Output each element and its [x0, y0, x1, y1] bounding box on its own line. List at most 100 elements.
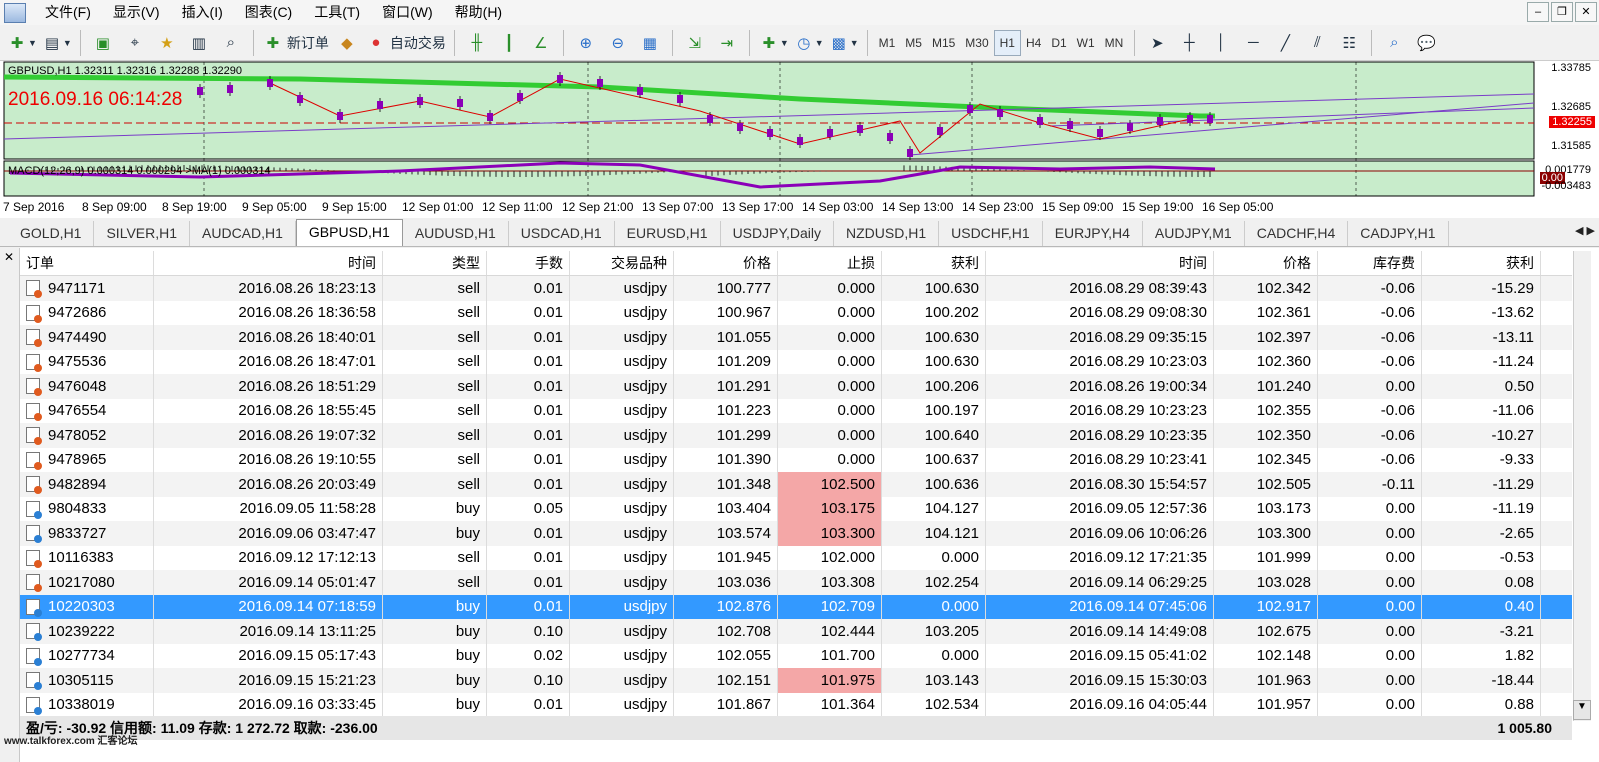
chart-tab[interactable]: AUDUSD,H1 [403, 221, 509, 246]
table-row[interactable]: 9833727 2016.09.06 03:47:47 buy 0.01 usdjpy 1… [20, 521, 1572, 546]
table-row[interactable]: 9471171 2016.08.26 18:23:13 sell 0.01 usdjpy… [20, 276, 1572, 301]
table-row[interactable]: 9476048 2016.08.26 18:51:29 sell 0.01 usdjpy… [20, 374, 1572, 399]
column-header[interactable]: 时间 [154, 251, 383, 275]
timeframe-d1[interactable]: D1 [1046, 30, 1071, 56]
vertical-line-button[interactable]: │ [1207, 29, 1235, 57]
table-row[interactable]: 9476554 2016.08.26 18:55:45 sell 0.01 usdjpy… [20, 398, 1572, 423]
table-row[interactable]: 9478965 2016.08.26 19:10:55 sell 0.01 usdjpy… [20, 447, 1572, 472]
menu-insert[interactable]: 插入(I) [171, 0, 234, 25]
menu-view[interactable]: 显示(V) [102, 0, 171, 25]
indicators-button[interactable]: ✚ ▼ [758, 29, 789, 57]
search-button[interactable]: ⌕ [1380, 29, 1408, 57]
table-row[interactable]: 9475536 2016.08.26 18:47:01 sell 0.01 usdjpy… [20, 349, 1572, 374]
table-row[interactable]: 9478052 2016.08.26 19:07:32 sell 0.01 usdjpy… [20, 423, 1572, 448]
table-cell: 100.640 [882, 423, 986, 448]
timeframe-m30[interactable]: M30 [960, 30, 993, 56]
horizontal-line-button[interactable]: ─ [1239, 29, 1267, 57]
table-row[interactable]: 10305115 2016.09.15 15:21:23 buy 0.10 usdjpy… [20, 668, 1572, 693]
timeframe-mn[interactable]: MN [1100, 30, 1129, 56]
chart-tab[interactable]: GOLD,H1 [8, 221, 95, 246]
chart-tab[interactable]: NZDUSD,H1 [834, 221, 940, 246]
chart-tab[interactable]: USDJPY,Daily [721, 221, 834, 246]
navigator-button[interactable]: ★ [153, 29, 181, 57]
tile-windows-button[interactable]: ▦ [636, 29, 664, 57]
new-chart-button[interactable]: ✚ ▼ [6, 29, 37, 57]
table-row[interactable]: 10338019 2016.09.16 03:33:45 buy 0.01 usdjpy… [20, 692, 1572, 717]
table-row[interactable]: 10220303 2016.09.14 07:18:59 buy 0.01 usdjpy… [20, 594, 1572, 619]
timeframe-h1[interactable]: H1 [993, 29, 1021, 56]
chart-tab[interactable]: EURUSD,H1 [615, 221, 721, 246]
table-row[interactable]: 9482894 2016.08.26 20:03:49 sell 0.01 usdjpy… [20, 472, 1572, 497]
timeframe-m1[interactable]: M1 [874, 30, 901, 56]
zoom-in-button[interactable]: ⊕ [572, 29, 600, 57]
timeframe-h4[interactable]: H4 [1021, 30, 1046, 56]
timeframe-w1[interactable]: W1 [1072, 30, 1100, 56]
chat-button[interactable]: 💬 [1412, 29, 1440, 57]
column-header[interactable]: 价格 [674, 251, 778, 275]
table-row[interactable]: 9474490 2016.08.26 18:40:01 sell 0.01 usdjpy… [20, 325, 1572, 350]
chart-tab[interactable]: AUDJPY,M1 [1143, 221, 1245, 246]
menu-help[interactable]: 帮助(H) [444, 0, 513, 25]
table-row[interactable]: 10239222 2016.09.14 13:11:25 buy 0.10 usdjpy… [20, 619, 1572, 644]
market-watch-button[interactable]: ▣ [89, 29, 117, 57]
minimize-icon[interactable]: – [1527, 2, 1549, 22]
menu-tools[interactable]: 工具(T) [303, 0, 371, 25]
column-header[interactable]: 手数 [487, 251, 570, 275]
new-order-button[interactable]: ✚ 新订单 [262, 29, 329, 57]
column-header[interactable]: 止损 [778, 251, 882, 275]
chart-tab[interactable]: AUDCAD,H1 [190, 221, 296, 246]
chart-tab[interactable]: EURJPY,H4 [1043, 221, 1143, 246]
zoom-out-button[interactable]: ⊖ [604, 29, 632, 57]
fibonacci-button[interactable]: ☷ [1335, 29, 1363, 57]
trendline-button[interactable]: ╱ [1271, 29, 1299, 57]
crosshair-button[interactable]: ┼ [1175, 29, 1203, 57]
candle-chart-button[interactable]: ┃ [495, 29, 523, 57]
table-row[interactable]: 10217080 2016.09.14 05:01:47 sell 0.01 usdjp… [20, 570, 1572, 595]
timeframe-m5[interactable]: M5 [900, 30, 927, 56]
restore-icon[interactable]: ❐ [1551, 2, 1573, 22]
data-window-button[interactable]: ⌖ [121, 29, 149, 57]
column-header[interactable]: 价格 [1214, 251, 1318, 275]
periods-button[interactable]: ◷ ▼ [793, 29, 823, 57]
line-chart-button[interactable]: ∠ [527, 29, 555, 57]
cell-value: usdjpy [623, 475, 667, 493]
terminal-button[interactable]: ▥ [185, 29, 213, 57]
column-header[interactable]: 获利 [882, 251, 986, 275]
column-header[interactable]: 订单 [20, 251, 154, 275]
vertical-scrollbar[interactable] [1573, 251, 1591, 721]
timeframe-m15[interactable]: M15 [927, 30, 960, 56]
column-header[interactable]: 获利 [1422, 251, 1541, 275]
column-header[interactable]: 交易品种 [570, 251, 674, 275]
templates-button[interactable]: ▩ ▼ [828, 29, 859, 57]
close-icon[interactable]: ✕ [2, 250, 16, 264]
table-row[interactable]: 9804833 2016.09.05 11:58:28 buy 0.05 usdjpy 1… [20, 496, 1572, 521]
chart-tab[interactable]: USDCHF,H1 [939, 221, 1043, 246]
metaeditor-button[interactable]: ◆ [333, 29, 361, 57]
strategy-tester-button[interactable]: ⌕ [217, 29, 245, 57]
chart-tab[interactable]: SILVER,H1 [94, 221, 191, 246]
column-header[interactable]: 库存费 [1318, 251, 1422, 275]
auto-trading-button[interactable]: ● 自动交易 [365, 29, 446, 57]
chart-tab[interactable]: USDCAD,H1 [509, 221, 615, 246]
menu-charts[interactable]: 图表(C) [234, 0, 303, 25]
bar-chart-button[interactable]: ╫ [463, 29, 491, 57]
price-chart[interactable]: GBPUSD,H1 1.32311 1.32316 1.32288 1.3229… [0, 61, 1599, 218]
tab-scroll-arrows-icon[interactable]: ◀ ▶ [1575, 224, 1595, 237]
auto-scroll-button[interactable]: ⇲ [681, 29, 709, 57]
menu-file[interactable]: 文件(F) [34, 0, 102, 25]
chart-tab[interactable]: CADCHF,H4 [1245, 221, 1349, 246]
chart-shift-button[interactable]: ⇥ [713, 29, 741, 57]
menu-window[interactable]: 窗口(W) [371, 0, 444, 25]
table-row[interactable]: 10116383 2016.09.12 17:12:13 sell 0.01 usdjp… [20, 545, 1572, 570]
chart-tab[interactable]: GBPUSD,H1 [295, 219, 403, 246]
close-icon[interactable]: ✕ [1575, 2, 1597, 22]
table-row[interactable]: 10277734 2016.09.15 05:17:43 buy 0.02 usdjpy… [20, 643, 1572, 668]
column-header[interactable]: 时间 [986, 251, 1214, 275]
chart-tab[interactable]: CADJPY,H1 [1348, 221, 1449, 246]
column-header[interactable]: 类型 [383, 251, 487, 275]
cursor-button[interactable]: ➤ [1143, 29, 1171, 57]
scroll-down-icon[interactable]: ▼ [1573, 700, 1591, 720]
equidistant-channel-button[interactable]: ⫽ [1303, 29, 1331, 57]
table-row[interactable]: 9472686 2016.08.26 18:36:58 sell 0.01 usdjpy… [20, 300, 1572, 325]
profiles-button[interactable]: ▤ ▼ [41, 29, 72, 57]
